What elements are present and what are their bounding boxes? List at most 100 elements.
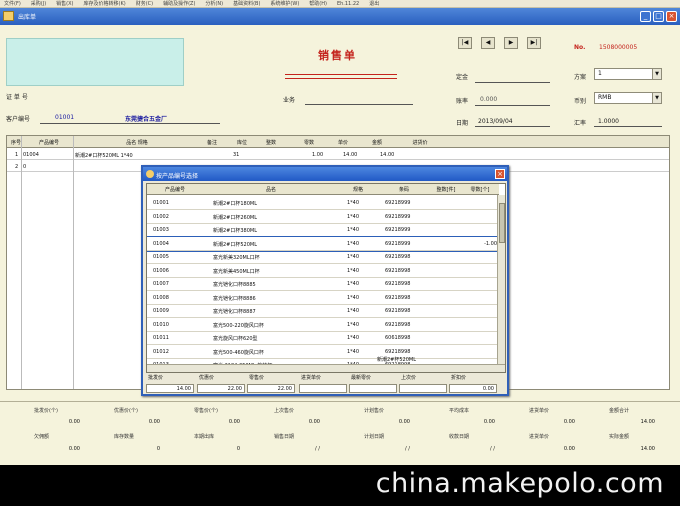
column-header: 金额 <box>371 140 382 146</box>
summary-value: 0.00 <box>563 419 575 425</box>
product-row[interactable]: 01001 新潮2#口杯180ML 1*40 69218999 <box>147 196 499 210</box>
price-field: 进货单价 <box>299 374 349 396</box>
product-spec: 1*40 <box>347 254 360 260</box>
customer-underline <box>40 123 220 124</box>
terms-label: 定金 <box>456 74 469 81</box>
menu-item[interactable]: Eh.11.22 <box>337 1 359 7</box>
menu-item[interactable]: 销售(X) <box>56 0 73 7</box>
price-value[interactable] <box>299 384 347 393</box>
product-row[interactable]: 01006 富光新美450ML口杯 1*40 69218998 <box>147 264 499 278</box>
menu-item[interactable]: 财务(C) <box>136 0 153 7</box>
rate-label: 汇率 <box>574 120 587 127</box>
menu-item[interactable]: 帮助(H) <box>309 0 327 7</box>
window-title: 出库单 <box>18 14 37 21</box>
price-value[interactable]: 14.00 <box>146 384 194 393</box>
product-row[interactable]: 01008 富光铠化口杯8886 1*40 69218998 <box>147 291 499 305</box>
price-label: 上次价 <box>401 375 417 381</box>
product-code: 01011 <box>153 335 169 341</box>
product-row[interactable]: 01007 富光铠化口杯8885 1*40 69218998 <box>147 277 499 291</box>
product-row[interactable]: 01002 新潮2#口杯260ML 1*40 69218999 <box>147 210 499 224</box>
cell-code[interactable]: 01004 <box>23 152 39 158</box>
unit-label: 方案 <box>574 74 587 81</box>
menu-item[interactable]: 库存及价格转移(K) <box>84 0 126 7</box>
scrollbar-thumb[interactable] <box>499 203 505 243</box>
menu-item[interactable]: 辅助及操作(Z) <box>163 0 195 7</box>
maximize-button[interactable]: □ <box>653 11 664 22</box>
price-value[interactable]: 22.00 <box>197 384 245 393</box>
chevron-down-icon[interactable]: ▼ <box>652 69 661 79</box>
product-code: 01008 <box>153 294 169 301</box>
first-record-button[interactable]: |◀ <box>458 37 472 49</box>
cell-amount[interactable]: 14.00 <box>380 152 394 158</box>
product-spec: 1*40 <box>347 281 360 287</box>
price-label: 折扣价 <box>451 375 467 381</box>
product-name: 富光铠化口杯8887 <box>213 309 256 315</box>
product-row[interactable]: 01009 富光铠化口杯8887 1*40 69218998 <box>147 304 499 318</box>
prev-record-button[interactable]: ◀ <box>481 37 495 49</box>
price-field: 折扣价 0.00 <box>449 374 499 396</box>
price-field: 优惠价 22.00 <box>197 374 247 396</box>
product-name: 富光新美320ML口杯 <box>213 255 260 261</box>
product-row[interactable]: 01004 新潮2#口杯520ML 1*40 69218999 -1.00 <box>147 235 500 252</box>
menu-item[interactable]: 退出 <box>369 0 379 7</box>
product-name: 富光旋风口杯620型 <box>213 336 258 342</box>
product-code: 01003 <box>153 227 169 233</box>
product-row[interactable]: 01010 富光500-220旋风口杯 1*40 69218998 <box>147 318 499 332</box>
product-code: 01012 <box>153 348 169 355</box>
chevron-down-icon[interactable]: ▼ <box>652 93 661 103</box>
horizontal-scrollbar[interactable] <box>147 364 505 372</box>
price-value[interactable]: 22.00 <box>247 384 295 393</box>
last-record-button[interactable]: ▶| <box>527 37 541 49</box>
dialog-close-button[interactable]: × <box>495 169 505 179</box>
price-value[interactable] <box>349 384 397 393</box>
next-record-button[interactable]: ▶ <box>504 37 518 49</box>
close-button[interactable]: × <box>666 11 677 22</box>
menu-item[interactable]: 分析(N) <box>205 0 223 7</box>
customer-name: 东莞捷合五金厂 <box>125 116 168 123</box>
product-row[interactable]: 01005 富光新美320ML口杯 1*40 69218998 <box>147 250 499 264</box>
cell-location[interactable]: 31 <box>233 152 239 158</box>
price-label: 零售价 <box>249 375 265 381</box>
minimize-button[interactable]: _ <box>640 11 651 22</box>
price-label: 最新零价 <box>351 375 372 381</box>
product-row[interactable]: 01012 富光500-460旋风口杯 1*40 69218998 <box>147 345 499 359</box>
menu-item[interactable]: 系统维护(W) <box>270 0 299 7</box>
product-barcode: 69218998 <box>385 308 411 314</box>
discount-value[interactable]: 0.000 <box>480 96 497 103</box>
menu-item[interactable]: 文件(F) <box>4 0 21 7</box>
terms-field[interactable] <box>475 82 550 83</box>
summary-label: 优惠价(个) <box>114 408 138 414</box>
rate-value[interactable]: 1.0000 <box>598 118 619 125</box>
customer-code[interactable]: 01001 <box>55 114 74 121</box>
product-row[interactable]: 01003 新潮2#口杯380ML 1*40 69218999 <box>147 223 499 237</box>
vertical-scrollbar[interactable] <box>497 195 505 365</box>
summary-label: 欠佣额 <box>34 434 50 440</box>
dialog-title: 按产品编号选择 <box>156 173 199 180</box>
summary-value: / / <box>405 446 410 452</box>
summary-label: 零售价(个) <box>194 408 218 414</box>
summary-value: 0.00 <box>308 419 320 425</box>
product-row[interactable]: 01011 富光旋风口杯620型 1*40 60618998 <box>147 331 499 345</box>
discount-underline <box>475 105 550 106</box>
product-name: 新潮2#口杯180ML <box>213 201 258 207</box>
salesman-field[interactable] <box>305 104 413 105</box>
currency-value: RMB <box>598 94 612 101</box>
product-picker-dialog: 按产品编号选择 × 产品编号 品名 规格 条码 整数[件] 零数[个] 0100… <box>141 165 509 396</box>
currency-select[interactable]: RMB ▼ <box>594 92 662 104</box>
menu-item[interactable]: 基础资料(B) <box>233 0 260 7</box>
cell-price[interactable]: 14.00 <box>343 152 357 158</box>
unit-select[interactable]: 1 ▼ <box>594 68 662 80</box>
cell-quantity[interactable]: 1.00 <box>312 152 323 158</box>
cell-name[interactable]: 新潮2#口杯520ML 1*40 <box>75 152 133 159</box>
cell-code[interactable]: 0 <box>23 164 26 170</box>
price-value[interactable] <box>399 384 447 393</box>
product-name: 富光铠化口杯8885 <box>213 282 256 288</box>
price-value[interactable]: 0.00 <box>449 384 497 393</box>
product-list[interactable]: 产品编号 品名 规格 条码 整数[件] 零数[个] 01001 新潮2#口杯180… <box>146 183 506 373</box>
date-value[interactable]: 2013/09/04 <box>478 118 513 125</box>
menu-item[interactable]: 采购(J) <box>31 0 46 7</box>
product-spec: 1*40 <box>347 335 360 341</box>
product-barcode: 69218998 <box>385 281 411 287</box>
table-row[interactable]: 1 01004 新潮2#口杯520ML 1*40 31 1.00 14.00 1… <box>7 149 669 160</box>
product-name: 富光500-460旋风口杯 <box>213 349 264 356</box>
